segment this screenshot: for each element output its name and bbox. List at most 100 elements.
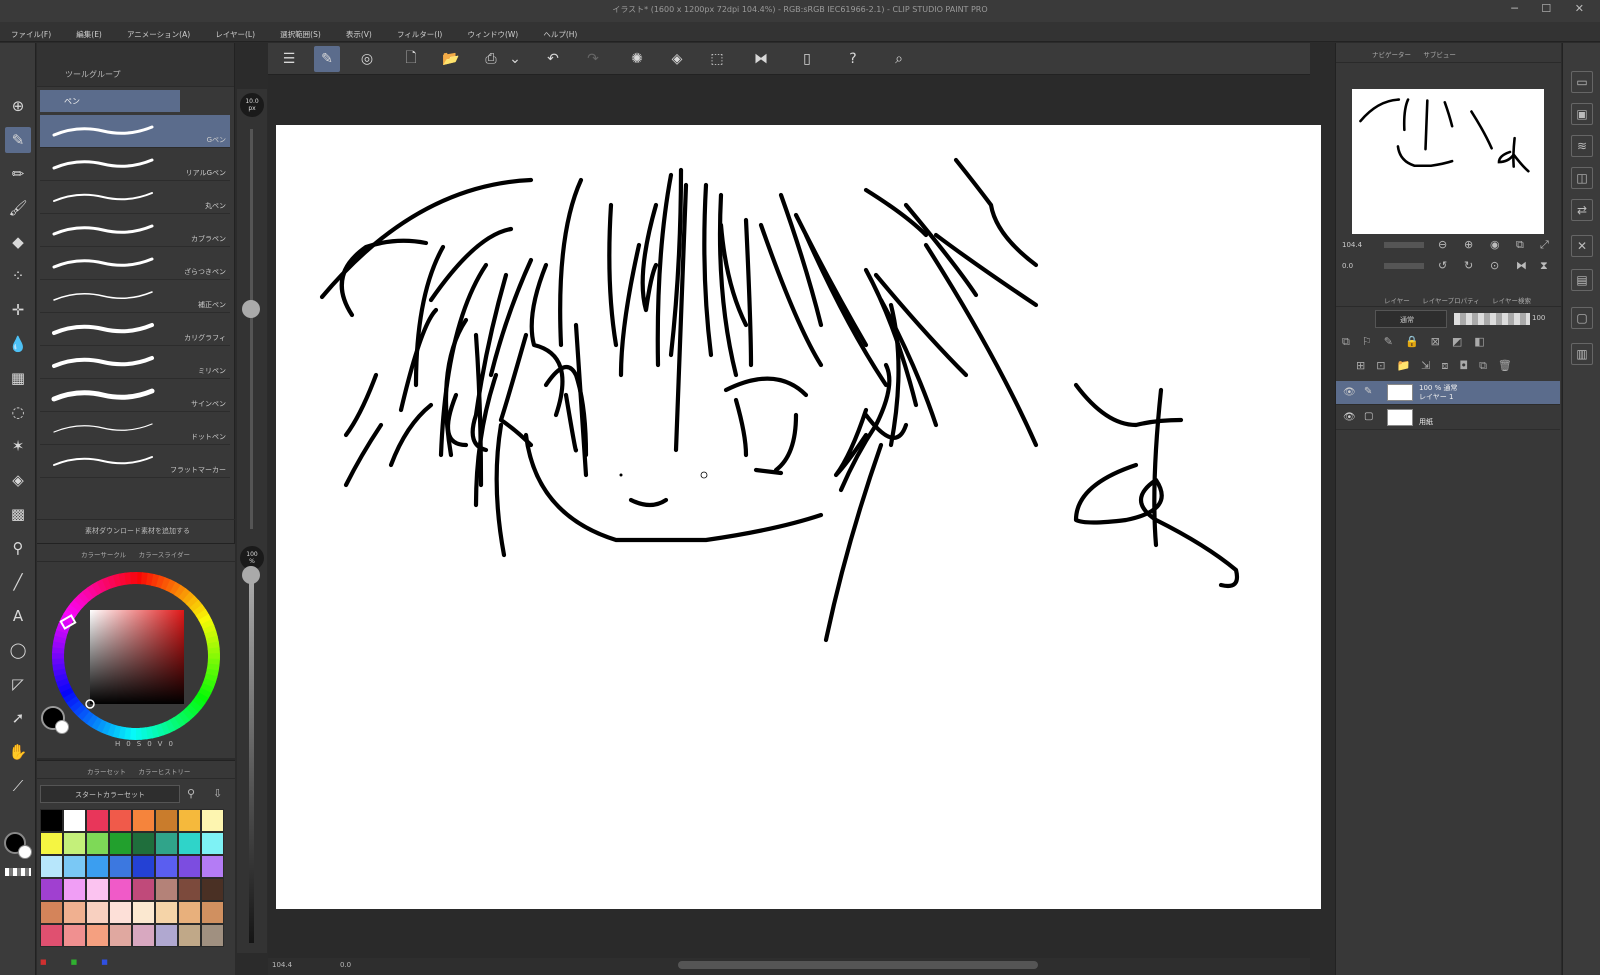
color-swatch[interactable]: [63, 809, 86, 832]
save-dropdown-icon[interactable]: ⌄: [502, 46, 528, 72]
color-swatch[interactable]: [40, 878, 63, 901]
color-swatch[interactable]: [109, 855, 132, 878]
color-icon[interactable]: ◧: [1474, 335, 1496, 348]
tab-layer[interactable]: レイヤー: [1384, 297, 1410, 305]
menu-help[interactable]: ヘルプ(H): [532, 23, 586, 40]
fit-icon[interactable]: ⧉: [1516, 238, 1524, 252]
flip-horizontal-icon[interactable]: ⧓: [1516, 259, 1527, 272]
color-swatch[interactable]: [155, 855, 178, 878]
lock-alpha-icon[interactable]: ⊠: [1431, 335, 1452, 348]
merge-icon[interactable]: ⧈: [1441, 359, 1459, 372]
transparent-color-chip[interactable]: [5, 868, 31, 876]
tab-color-slider[interactable]: カラースライダー: [139, 551, 190, 559]
move-icon[interactable]: ⊕: [5, 93, 31, 119]
navigator-panel-icon[interactable]: ▭: [1571, 71, 1593, 93]
menu-icon[interactable]: ☰: [276, 46, 302, 72]
airbrush-tool-icon[interactable]: ⁘: [5, 263, 31, 289]
brush-item[interactable]: 丸ペン: [40, 181, 230, 214]
stroke-icon[interactable]: ◎: [354, 46, 380, 72]
color-swatch[interactable]: [132, 901, 155, 924]
gradient-tool-icon[interactable]: ▩: [5, 501, 31, 527]
layer-row[interactable]: 👁 ▢ 用紙: [1336, 406, 1560, 430]
color-swatch[interactable]: [40, 855, 63, 878]
balloon-tool-icon[interactable]: ◯: [5, 637, 31, 663]
new-file-icon[interactable]: 🗋: [398, 46, 424, 72]
brush-size-display[interactable]: 10.0 px: [240, 93, 264, 117]
sub-tool-group[interactable]: ペン: [40, 90, 180, 112]
color-swatch[interactable]: [40, 924, 63, 947]
drawing-canvas[interactable]: [276, 125, 1321, 909]
magic-wand-icon[interactable]: ✶: [5, 433, 31, 459]
color-swatch[interactable]: [132, 832, 155, 855]
nav-rotate-slider[interactable]: [1384, 263, 1424, 269]
import-icon[interactable]: ⇩: [213, 787, 222, 800]
opacity-thumb[interactable]: [242, 566, 260, 584]
color-swatch[interactable]: [132, 809, 155, 832]
nav-rotate-value[interactable]: 0.0: [1342, 262, 1353, 270]
menu-animation[interactable]: アニメーション(A): [116, 23, 199, 40]
color-swatch[interactable]: [178, 878, 201, 901]
navigator-preview[interactable]: [1352, 89, 1544, 234]
minimize-icon[interactable]: ─: [1511, 2, 1528, 15]
color-swatch[interactable]: [86, 832, 109, 855]
brush-item[interactable]: ざらつきペン: [40, 247, 230, 280]
layer-row[interactable]: 👁 ✎ 100 % 通常 レイヤー 1: [1336, 381, 1560, 405]
help-icon[interactable]: ?: [840, 46, 866, 72]
color-swatch[interactable]: [86, 855, 109, 878]
phone-icon[interactable]: ▯: [794, 46, 820, 72]
lock-box-icon[interactable]: ▢: [1364, 411, 1373, 422]
color-swatch[interactable]: [40, 901, 63, 924]
brush-item[interactable]: フラットマーカー: [40, 445, 230, 478]
item-bank-icon[interactable]: ▢: [1571, 307, 1593, 329]
tab-color-set[interactable]: カラーセット: [87, 768, 126, 776]
color-swatch[interactable]: [63, 832, 86, 855]
color-wheel[interactable]: [48, 568, 224, 744]
flip-icon[interactable]: ⧓: [748, 46, 774, 72]
color-swatch[interactable]: [155, 832, 178, 855]
color-swatch[interactable]: [63, 855, 86, 878]
object-tool-icon[interactable]: ⚲: [5, 535, 31, 561]
color-swatch[interactable]: [155, 809, 178, 832]
brush-item[interactable]: ドットペン: [40, 412, 230, 445]
opacity-slider[interactable]: [249, 573, 254, 943]
loading-icon[interactable]: ✺: [624, 46, 650, 72]
color-swatch[interactable]: [201, 924, 224, 947]
decoration-tool-icon[interactable]: ✛: [5, 297, 31, 323]
blend-mode-dropdown[interactable]: 通常: [1375, 310, 1447, 328]
color-swatch[interactable]: [109, 832, 132, 855]
brush-item[interactable]: リアルGペン: [40, 148, 230, 181]
color-swatch[interactable]: [40, 809, 63, 832]
eyedropper-tool-icon[interactable]: ⟋: [5, 773, 31, 799]
nav-zoom-value[interactable]: 104.4: [1342, 241, 1362, 249]
tool-group-tab[interactable]: ツールグループ: [65, 69, 121, 80]
nav-zoom-slider[interactable]: [1384, 242, 1424, 248]
clip-icon[interactable]: ⧉: [1342, 335, 1362, 348]
brush-item[interactable]: Gペン: [40, 115, 230, 148]
brush-size-thumb[interactable]: [242, 300, 260, 318]
pen-tool-icon[interactable]: ✎: [5, 127, 31, 153]
color-swatch[interactable]: [201, 855, 224, 878]
auto-action-icon[interactable]: ▤: [1571, 269, 1593, 291]
close-icon[interactable]: ✕: [1575, 2, 1594, 15]
copy-layer-icon[interactable]: ⧉: [1479, 359, 1498, 372]
search-menu-icon[interactable]: ⌕: [886, 46, 912, 72]
brush-item[interactable]: サインペン: [40, 379, 230, 412]
color-swatch[interactable]: [109, 924, 132, 947]
tab-color-history[interactable]: カラーヒストリー: [138, 768, 190, 776]
history-icon[interactable]: ⇄: [1571, 199, 1593, 221]
actual-size-icon[interactable]: ◉: [1490, 238, 1500, 251]
material-icon[interactable]: ✕: [1571, 235, 1593, 257]
color-swatch[interactable]: [178, 855, 201, 878]
menu-window[interactable]: ウィンドウ(W): [456, 23, 527, 40]
color-swatch[interactable]: [178, 901, 201, 924]
new-raster-layer-icon[interactable]: ⊞: [1356, 359, 1376, 372]
new-vector-layer-icon[interactable]: ⊡: [1376, 359, 1396, 372]
menu-file[interactable]: ファイル(F): [0, 23, 60, 40]
reset-rotate-icon[interactable]: ⊙: [1490, 259, 1499, 272]
zoom-out-icon[interactable]: ⊖: [1438, 238, 1447, 251]
mask-add-icon[interactable]: ◘: [1459, 359, 1479, 372]
color-swatch[interactable]: [109, 878, 132, 901]
tab-navigator[interactable]: ナビゲーター: [1372, 51, 1411, 59]
color-swatch[interactable]: [155, 924, 178, 947]
rotate-right-icon[interactable]: ↻: [1464, 259, 1473, 272]
